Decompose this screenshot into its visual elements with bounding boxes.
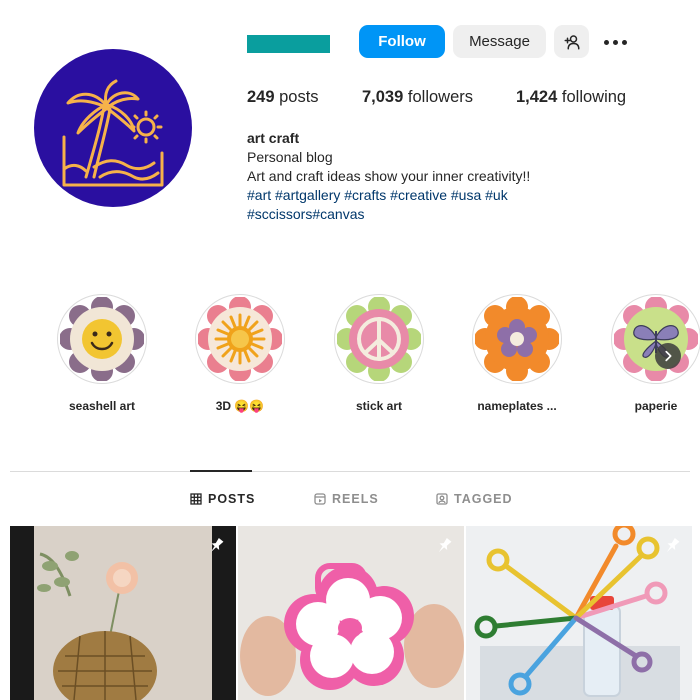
follow-button[interactable]: Follow — [359, 25, 445, 58]
tab-reels[interactable]: REELS — [314, 492, 379, 506]
profile-avatar[interactable] — [34, 49, 192, 207]
dot — [621, 39, 627, 45]
highlight-label: paperie — [634, 399, 678, 413]
add-person-icon — [564, 34, 579, 49]
followers-count: 7,039 — [362, 88, 404, 106]
posts-stat: 249 posts — [247, 88, 319, 107]
post-thumbnail[interactable] — [466, 526, 692, 700]
highlight-cover — [334, 294, 424, 384]
highlight-3d[interactable]: 3D 😝😝 — [190, 294, 290, 413]
post-thumbnail[interactable] — [10, 526, 236, 700]
highlights-next-button[interactable] — [655, 343, 681, 369]
tab-posts[interactable]: POSTS — [190, 492, 255, 506]
followers-stat[interactable]: 7,039 followers — [362, 88, 473, 107]
followers-label: followers — [407, 88, 473, 106]
tab-label: TAGGED — [454, 492, 513, 506]
username-redacted — [247, 35, 330, 53]
highlight-label: seashell art — [68, 399, 136, 413]
pinned-icon — [666, 537, 680, 553]
following-stat[interactable]: 1,424 following — [516, 88, 626, 107]
tagged-icon — [436, 493, 448, 505]
highlight-label: nameplates ... — [477, 399, 557, 413]
post-image-vase — [10, 526, 236, 700]
tabs-divider — [10, 471, 690, 472]
pinned-icon — [438, 537, 452, 553]
palm-tree-sun-logo-icon — [62, 79, 164, 187]
chevron-right-icon — [665, 350, 672, 362]
daisy-flower-icon — [475, 297, 559, 381]
following-count: 1,424 — [516, 88, 558, 106]
highlight-stick-art[interactable]: stick art — [329, 294, 429, 413]
tab-label: POSTS — [208, 492, 256, 506]
highlight-cover — [57, 294, 147, 384]
posts-label: posts — [279, 88, 319, 106]
sun-flower-icon — [198, 297, 282, 381]
pinned-icon — [210, 537, 224, 553]
posts-count: 249 — [247, 88, 275, 106]
dot — [603, 39, 609, 45]
more-options-icon[interactable] — [601, 32, 629, 52]
message-button[interactable]: Message — [453, 25, 546, 58]
following-label: following — [561, 88, 627, 106]
suggest-user-button[interactable] — [554, 25, 589, 58]
highlight-label: 3D 😝😝 — [215, 399, 265, 413]
tab-label: REELS — [332, 492, 379, 506]
highlight-label: stick art — [355, 399, 403, 413]
post-image-bubble-wands — [466, 526, 692, 700]
post-thumbnail[interactable] — [238, 526, 464, 700]
tab-tagged[interactable]: TAGGED — [436, 492, 513, 506]
reels-icon — [314, 493, 326, 505]
highlight-paperie[interactable]: paperie — [606, 294, 700, 413]
hashtags-line-1[interactable]: #art #artgallery #crafts #creative #usa … — [247, 186, 530, 205]
active-tab-indicator — [190, 470, 252, 472]
highlight-cover — [195, 294, 285, 384]
profile-category: Personal blog — [247, 149, 333, 165]
butterfly-flower-icon — [614, 297, 698, 381]
bio-text: Art and craft ideas show your inner crea… — [247, 168, 531, 184]
hashtags-line-2[interactable]: #sccissors#canvas — [247, 205, 530, 224]
post-image-flower-foam — [238, 526, 464, 700]
peace-flower-icon — [337, 297, 421, 381]
highlight-cover — [611, 294, 700, 384]
smiley-flower-icon — [60, 297, 144, 381]
profile-name: art craft — [247, 130, 300, 146]
highlight-seashell-art[interactable]: seashell art — [52, 294, 152, 413]
profile-bio: art craft Personal blog Art and craft id… — [247, 129, 530, 224]
highlight-cover — [472, 294, 562, 384]
grid-icon — [190, 493, 202, 505]
dot — [612, 39, 618, 45]
highlight-nameplates[interactable]: nameplates ... — [467, 294, 567, 413]
